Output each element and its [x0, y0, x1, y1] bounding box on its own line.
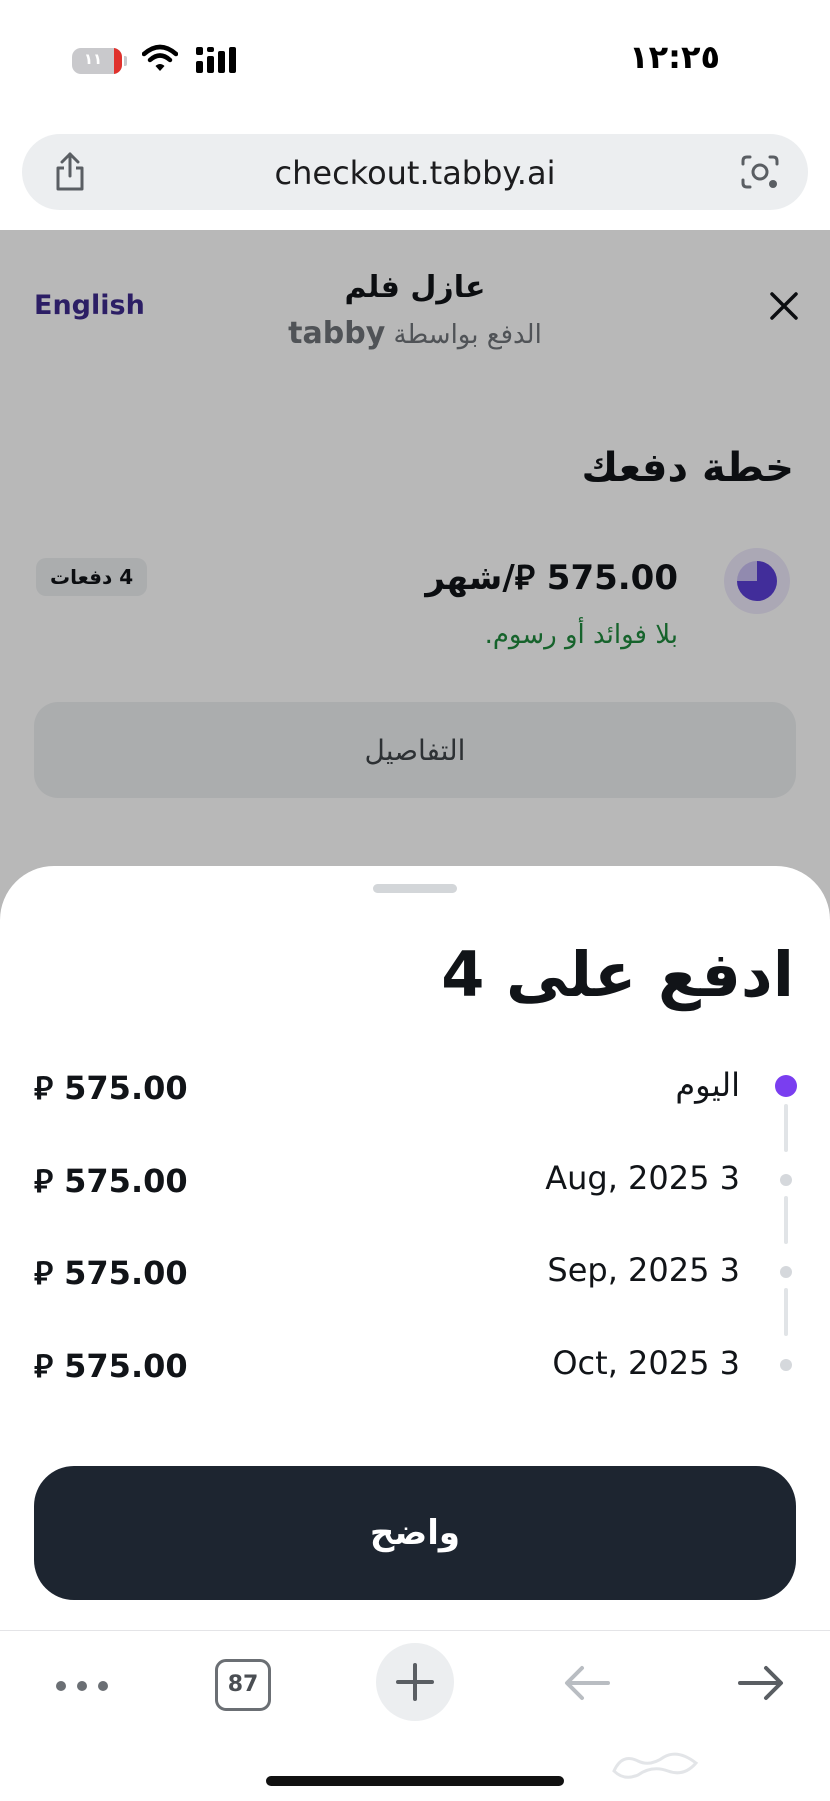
url-text[interactable]: checkout.tabby.ai [22, 154, 808, 192]
timeline-dot [780, 1359, 792, 1371]
home-indicator [266, 1776, 564, 1786]
timeline-dot-current [775, 1075, 797, 1097]
lens-icon[interactable] [740, 154, 780, 190]
battery-level-text: ١١ [83, 50, 103, 68]
arrow-right-icon[interactable] [736, 1663, 786, 1703]
installment-date: اليوم [675, 1066, 740, 1104]
new-tab-button[interactable] [376, 1643, 454, 1721]
battery-tip [124, 56, 127, 66]
timeline-connector [784, 1196, 788, 1244]
sheet-grabber-handle[interactable] [373, 884, 457, 893]
battery-icon: ١١ [72, 48, 122, 74]
installment-date: 3 Sep, 2025 [547, 1251, 740, 1289]
installment-amount: ⃁ 575.00 [34, 1069, 188, 1107]
more-icon[interactable] [54, 1679, 110, 1693]
installments-sheet: ادفع على 4 اليوم ⃁ 575.00 3 Aug, 2025 ⃁ … [0, 866, 830, 1630]
installment-amount: ⃁ 575.00 [34, 1162, 188, 1200]
wifi-icon [142, 44, 178, 71]
arrow-left-icon[interactable] [562, 1663, 612, 1703]
status-time: ١٢:٢٥ [629, 38, 720, 76]
address-bar[interactable]: checkout.tabby.ai [22, 134, 808, 210]
sheet-title: ادفع على 4 [441, 938, 794, 1011]
battery-level-fill [114, 48, 122, 74]
browser-toolbar: 87 [0, 1630, 830, 1801]
signal-icon [196, 47, 236, 73]
installment-date: 3 Oct, 2025 [552, 1344, 740, 1382]
timeline-dot [780, 1174, 792, 1186]
timeline-connector [784, 1288, 788, 1336]
browser-url-area: checkout.tabby.ai [0, 120, 830, 230]
plus-icon [396, 1663, 434, 1701]
watermark-logo [612, 1752, 699, 1779]
installment-amount: ⃁ 575.00 [34, 1254, 188, 1292]
timeline-dot [780, 1266, 792, 1278]
installment-date: 3 Aug, 2025 [545, 1159, 740, 1197]
timeline-connector [784, 1104, 788, 1152]
installment-amount: ⃁ 575.00 [34, 1347, 188, 1385]
status-bar: ١١ ١٢:٢٥ [0, 0, 830, 120]
tabs-count-button[interactable]: 87 [215, 1659, 271, 1711]
confirm-button[interactable]: واضح [34, 1466, 796, 1600]
